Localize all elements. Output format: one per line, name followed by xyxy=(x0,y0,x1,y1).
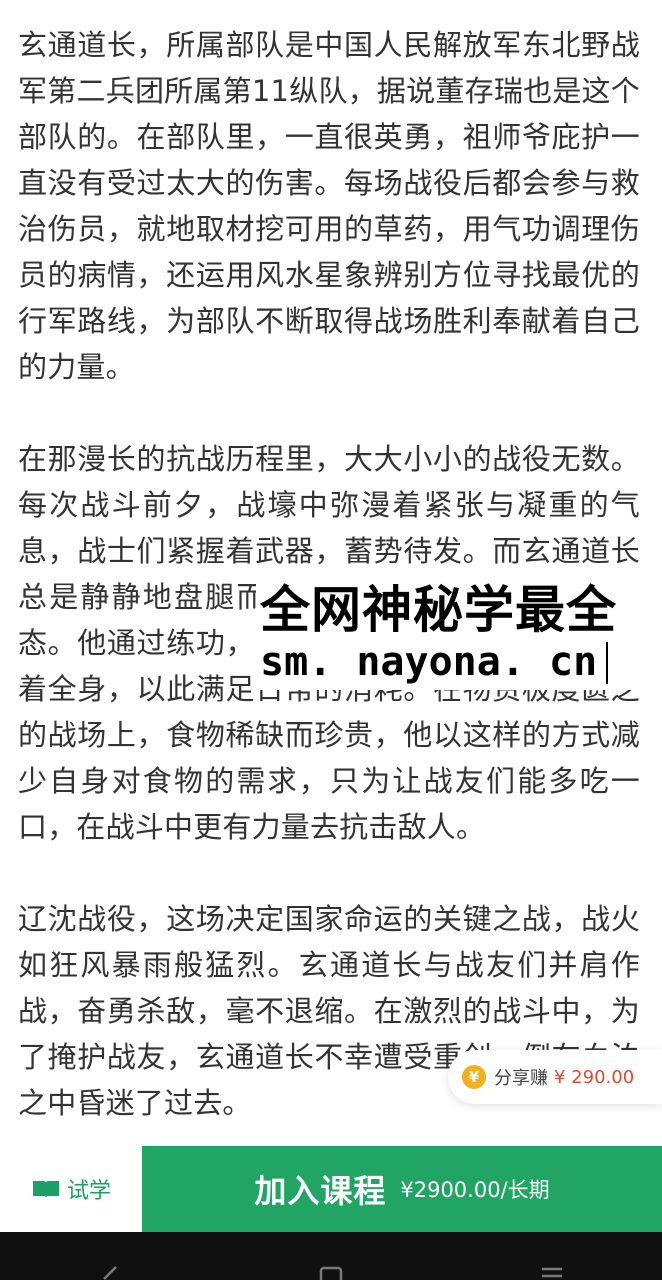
nav-home-button[interactable] xyxy=(311,1232,351,1280)
course-price: ¥2900.00/长期 xyxy=(400,1178,550,1202)
share-earn-button[interactable]: ¥ 分享赚 ¥ 290.00 xyxy=(448,1050,662,1104)
coin-icon: ¥ xyxy=(462,1065,486,1089)
purchase-bar: 试学 加入课程 ¥2900.00/长期 xyxy=(0,1146,662,1232)
nav-menu-button[interactable] xyxy=(532,1232,572,1280)
watermark-url: sm. nayona. cn xyxy=(260,639,598,685)
trial-button[interactable]: 试学 xyxy=(0,1146,142,1232)
menu-icon xyxy=(541,1267,562,1278)
text-cursor xyxy=(606,642,608,684)
join-course-label: 加入课程 xyxy=(254,1172,387,1210)
nav-back-button[interactable] xyxy=(90,1232,130,1280)
trial-label: 试学 xyxy=(66,1179,111,1204)
home-icon xyxy=(319,1266,343,1280)
article-body: 玄通道长，所属部队是中国人民解放军东北野战军第二兵团所属第11纵队，据说董存瑞也… xyxy=(0,0,662,1146)
join-course-button[interactable]: 加入课程 ¥2900.00/长期 xyxy=(142,1146,662,1232)
watermark-overlay: 全网神秘学最全 sm. nayona. cn xyxy=(256,578,662,690)
watermark-title: 全网神秘学最全 xyxy=(260,581,617,639)
system-nav-bar xyxy=(0,1232,662,1280)
article-paragraph: 玄通道长，所属部队是中国人民解放军东北野战军第二兵团所属第11纵队，据说董存瑞也… xyxy=(18,28,640,384)
back-icon xyxy=(103,1266,118,1280)
book-icon xyxy=(32,1181,59,1198)
share-earn-label: 分享赚 xyxy=(494,1068,548,1089)
share-earn-price: ¥ 290.00 xyxy=(554,1066,635,1088)
